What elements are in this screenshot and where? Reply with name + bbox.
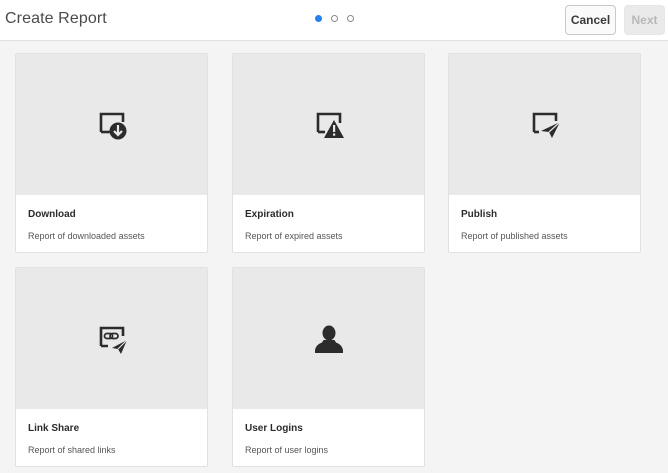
publish-report-icon (532, 112, 560, 138)
card-description: Report of downloaded assets (28, 231, 145, 241)
user-icon (314, 325, 343, 353)
link-share-report-icon (99, 326, 127, 354)
card-title: Expiration (245, 209, 294, 220)
card-title: Link Share (28, 423, 80, 434)
card-description: Report of shared links (28, 445, 116, 455)
step-dot-3 (347, 15, 354, 22)
report-card-download[interactable]: Download Report of downloaded assets (15, 53, 208, 253)
card-thumbnail (16, 54, 207, 195)
expiration-report-icon (316, 112, 344, 138)
card-description: Report of user logins (245, 445, 329, 455)
card-description: Report of expired assets (245, 231, 343, 241)
card-thumbnail (233, 268, 424, 409)
step-dot-1 (315, 15, 322, 22)
report-card-user-logins[interactable]: User Logins Report of user logins (232, 267, 425, 467)
card-thumbnail (449, 54, 640, 195)
report-card-expiration[interactable]: Expiration Report of expired assets (232, 53, 425, 253)
card-title: Download (28, 209, 76, 220)
header-bar: Create Report Cancel Next (0, 0, 668, 41)
step-dot-2 (331, 15, 338, 22)
report-card-publish[interactable]: Publish Report of published assets (448, 53, 641, 253)
report-card-link-share[interactable]: Link Share Report of shared links (15, 267, 208, 467)
card-thumbnail (233, 54, 424, 195)
card-thumbnail (16, 268, 207, 409)
page-title: Create Report (5, 10, 107, 27)
cancel-button[interactable]: Cancel (565, 5, 616, 35)
card-title: User Logins (245, 423, 303, 434)
next-button[interactable]: Next (624, 5, 665, 35)
card-title: Publish (461, 209, 498, 220)
card-description: Report of published assets (461, 231, 568, 241)
download-report-icon (99, 112, 126, 139)
